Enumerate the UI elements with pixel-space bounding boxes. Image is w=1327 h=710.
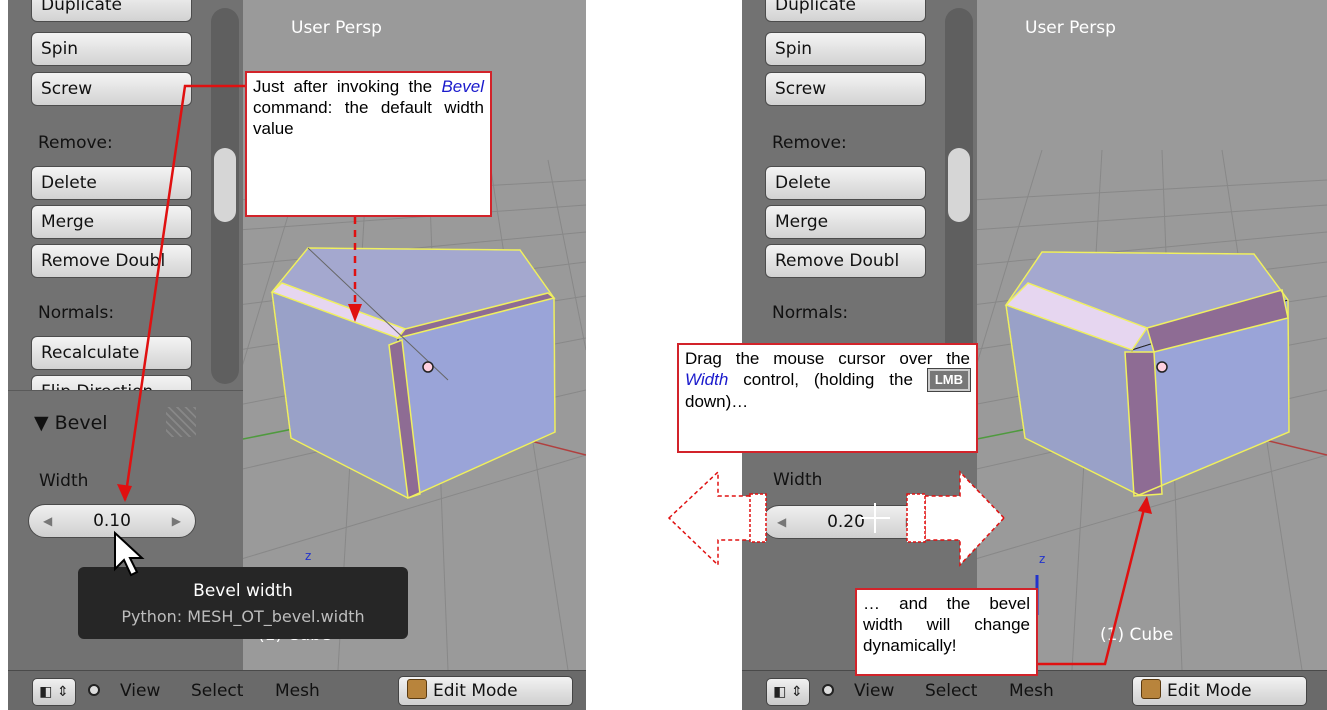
menu-toggle-icon[interactable] (88, 684, 100, 696)
width-value: 0.10 (93, 511, 131, 531)
spin-button[interactable]: Spin (31, 32, 192, 66)
cube-mesh-right (1004, 251, 1290, 497)
viewport-title: User Persp (291, 18, 382, 38)
viewport-header-right: ◧ ⇕ View Select Mesh Edit Mode (742, 670, 1327, 710)
delete-button[interactable]: Delete (31, 166, 192, 200)
mesh-menu[interactable]: Mesh (275, 681, 320, 701)
screw-button[interactable]: Screw (31, 72, 192, 106)
scrollbar-thumb[interactable] (214, 148, 236, 222)
panel-grip-icon[interactable] (166, 407, 196, 437)
callout-drag-end: down)… (685, 392, 749, 411)
callout-drag-control: Width (685, 370, 729, 389)
screw-button-right[interactable]: Screw (765, 72, 926, 106)
mode-selector[interactable]: Edit Mode (398, 676, 573, 706)
tooltip-title: Bevel width (193, 581, 293, 601)
viewport-header: ◧ ⇕ View Select Mesh Edit Mode (8, 670, 586, 710)
axis-widget-right: z (1035, 552, 1045, 615)
normals-label: Normals: (38, 303, 115, 323)
normals-label-right: Normals: (772, 303, 849, 323)
remove-label: Remove: (38, 133, 113, 153)
tooltip: Bevel width Python: MESH_OT_bevel.width (78, 567, 408, 639)
edit-mode-icon-right (1141, 679, 1161, 699)
increment-arrow-icon[interactable]: ▶ (172, 505, 181, 537)
toolshelf-scrollbar-right[interactable] (945, 8, 973, 384)
view-menu[interactable]: View (120, 681, 160, 701)
annotation-callout-left: Just after invoking the Bevel command: t… (245, 71, 492, 217)
toolshelf-scrollbar[interactable] (211, 8, 239, 384)
cube-mesh (270, 247, 556, 500)
lmb-key-icon: LMB (927, 369, 970, 391)
callout-result-text: … and the bevel width will change dynami… (863, 594, 1030, 655)
annotation-callout-result: … and the bevel width will change dynami… (855, 588, 1038, 676)
increment-arrow-icon-right[interactable]: ▶ (906, 506, 915, 538)
duplicate-button[interactable]: Duplicate (31, 0, 192, 22)
svg-text:z: z (305, 549, 311, 563)
viewport-title-right: User Persp (1025, 18, 1116, 38)
callout-command: Bevel (441, 77, 484, 96)
callout-drag-post: control, (holding the (743, 370, 913, 389)
width-number-field-right[interactable]: ◀ 0.20 ▶ (762, 505, 930, 539)
view-menu-right[interactable]: View (854, 681, 894, 701)
recalculate-button[interactable]: Recalculate (31, 336, 192, 370)
tooltip-python: Python: MESH_OT_bevel.width (121, 607, 365, 626)
mode-label-right: Edit Mode (1167, 681, 1252, 701)
decrement-arrow-icon[interactable]: ◀ (43, 505, 52, 537)
tool-shelf-right: Duplicate Spin Screw Remove: Delete Merg… (742, 0, 977, 670)
mode-selector-right[interactable]: Edit Mode (1132, 676, 1307, 706)
select-menu-right[interactable]: Select (925, 681, 977, 701)
remove-label-right: Remove: (772, 133, 847, 153)
bevel-panel-title[interactable]: ▼ Bevel (34, 412, 108, 434)
delete-button-right[interactable]: Delete (765, 166, 926, 200)
width-label: Width (39, 471, 89, 491)
spin-button-right[interactable]: Spin (765, 32, 926, 66)
svg-text:z: z (1039, 552, 1045, 566)
editor-type-icon-right[interactable]: ◧ ⇕ (766, 678, 810, 706)
menu-toggle-icon-right[interactable] (822, 684, 834, 696)
callout-post: command: the default width value (253, 98, 484, 138)
edit-mode-icon (407, 679, 427, 699)
remove-doubles-button-right[interactable]: Remove Doubl (765, 244, 926, 278)
callout-text: Just after invoking the Bevel command: t… (253, 76, 484, 139)
width-label-right: Width (773, 470, 823, 490)
mesh-menu-right[interactable]: Mesh (1009, 681, 1054, 701)
editor-type-icon[interactable]: ◧ ⇕ (32, 678, 76, 706)
select-menu[interactable]: Select (191, 681, 243, 701)
decrement-arrow-icon-right[interactable]: ◀ (777, 506, 786, 538)
callout-pre: Just after invoking the (253, 77, 433, 96)
annotation-callout-drag: Drag the mouse cursor over the Width con… (677, 343, 978, 453)
object-label-right: (1) Cube (1100, 625, 1174, 645)
width-value-right: 0.20 (827, 512, 865, 532)
callout-drag-text: Drag the mouse cursor over the Width con… (685, 348, 970, 412)
merge-button[interactable]: Merge (31, 205, 192, 239)
width-number-field[interactable]: ◀ 0.10 ▶ (28, 504, 196, 538)
remove-doubles-button[interactable]: Remove Doubl (31, 244, 192, 278)
scrollbar-thumb-right[interactable] (948, 148, 970, 222)
callout-drag-pre: Drag the mouse cursor over the (685, 349, 970, 368)
mode-label: Edit Mode (433, 681, 518, 701)
drag-left-arrow-icon (667, 470, 753, 567)
merge-button-right[interactable]: Merge (765, 205, 926, 239)
duplicate-button-right[interactable]: Duplicate (765, 0, 926, 22)
